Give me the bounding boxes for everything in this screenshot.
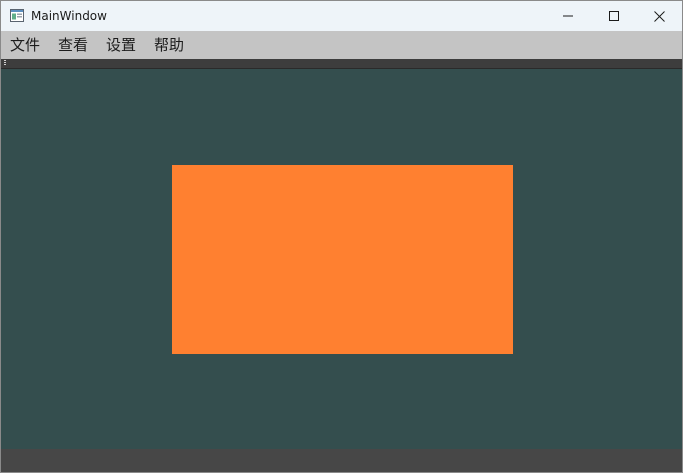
render-canvas[interactable]: [1, 69, 682, 449]
menu-settings[interactable]: 设置: [106, 31, 136, 59]
orange-rectangle: [172, 165, 513, 354]
menu-file[interactable]: 文件: [10, 31, 40, 59]
app-window-icon: [10, 9, 24, 22]
menu-bar: 文件 查看 设置 帮助: [1, 31, 682, 59]
title-bar[interactable]: MainWindow: [1, 1, 682, 31]
minimize-button[interactable]: [545, 1, 591, 31]
menu-view[interactable]: 查看: [58, 31, 88, 59]
toolbar: [1, 59, 682, 69]
status-bar: [1, 449, 682, 472]
maximize-button[interactable]: [591, 1, 637, 31]
menu-help[interactable]: 帮助: [154, 31, 184, 59]
window-title: MainWindow: [31, 9, 107, 23]
main-window: MainWindow 文件 查看 设置 帮助: [0, 0, 683, 473]
toolbar-grip-handle[interactable]: [4, 60, 6, 66]
close-icon: [653, 10, 665, 22]
close-button[interactable]: [636, 1, 682, 31]
maximize-icon: [609, 11, 619, 21]
minimize-icon: [563, 15, 573, 17]
